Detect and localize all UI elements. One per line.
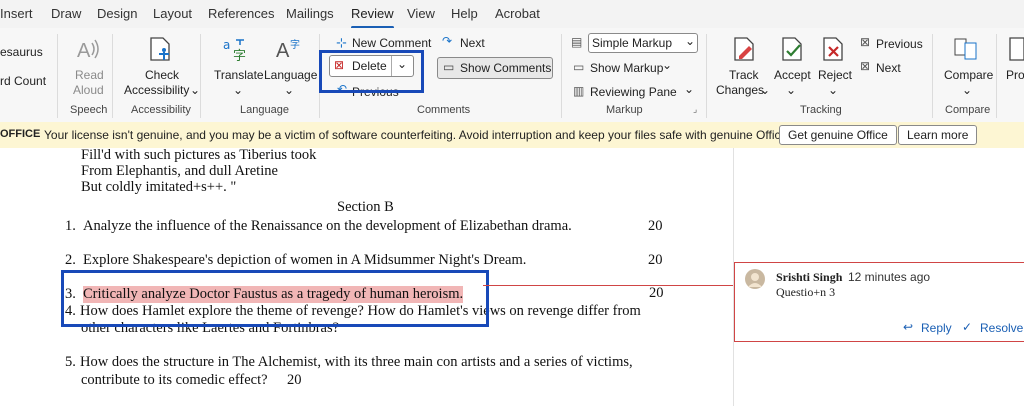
comment-timestamp: 12 minutes ago [848,270,931,284]
section-heading: Section B [337,199,394,215]
question-text: Explore Shakespeare's depiction of women… [83,252,527,268]
language-icon: A 字 [276,38,300,62]
accessibility-check-icon [150,37,170,61]
previous-change-icon: ⊠ [860,35,871,49]
poem-line: From Elephantis, and dull Aretine [81,163,278,179]
chevron-down-icon: ⌄ [284,83,295,97]
svg-text:A: A [77,40,91,62]
chevron-down-icon: ⌄ [685,34,696,48]
tab-help[interactable]: Help [451,6,478,21]
ribbon-tab-bar: Insert Draw Design Layout References Mai… [0,0,1024,29]
question-marks: 20 [648,218,663,234]
track-changes-icon [734,37,754,61]
markup-dialog-launcher-icon[interactable]: ⌟ [693,104,697,115]
compare-icon [954,38,977,60]
resolve-button[interactable]: Resolve [980,321,1023,335]
next-change-icon: ⊠ [860,59,871,73]
group-label-speech: Speech [70,104,108,116]
show-markup-icon: ▭ [573,60,585,74]
translate-icon: a 字 [223,38,246,62]
svg-text:a: a [223,38,230,52]
tab-draw[interactable]: Draw [51,6,81,21]
ribbon: esaurus rd Count A Read Aloud Speech Che… [0,28,1024,123]
chevron-down-icon: ⌄ [190,83,201,97]
chevron-down-icon: ⌄ [684,82,695,96]
tab-acrobat[interactable]: Acrobat [495,6,540,21]
reviewing-pane-icon: ▥ [573,84,585,98]
reject-icon [823,37,843,61]
svg-text:A: A [276,40,290,62]
tab-layout[interactable]: Layout [153,6,192,21]
group-label-markup: Markup [606,104,643,116]
comment-margin: Srishti Singh 12 minutes ago Questio+n 3… [733,148,1024,406]
poem-line: But coldly imitated+s++. " [81,179,237,195]
comment-author: Srishti Singh [776,270,843,284]
chevron-down-icon: ⌄ [962,83,973,97]
comment-connector-line [483,285,734,286]
question-marks: 20 [649,285,664,301]
reply-button[interactable]: Reply [921,321,952,335]
svg-text:字: 字 [233,49,246,62]
get-genuine-office-button[interactable]: Get genuine Office [779,125,897,145]
show-comments-icon: ▭ [443,60,455,74]
tab-references[interactable]: References [208,6,274,21]
learn-more-button[interactable]: Learn more [898,125,978,145]
group-label-language: Language [240,104,289,116]
chevron-down-icon: ⌄ [233,83,244,97]
group-label-tracking: Tracking [800,104,842,116]
delete-highlight-annotation [319,50,424,93]
read-aloud-icon: A [77,39,99,62]
question-number: 1. [65,218,76,234]
question-number: 5. [65,354,76,370]
question-text: contribute to its comedic effect? [81,372,268,388]
show-comments-button[interactable]: ▭ Show Comments [437,57,553,79]
tab-review[interactable]: Review [351,6,394,29]
reply-icon: ↩ [903,320,914,334]
license-warning-bar: OFFICE Your license isn't genuine, and y… [0,122,1024,149]
license-bar-message: Your license isn't genuine, and you may … [44,128,823,142]
question-text: How does the structure in The Alchemist,… [80,354,633,370]
question-text: Analyze the influence of the Renaissance… [83,218,572,234]
svg-text:字: 字 [290,38,300,51]
question-marks: 20 [648,252,663,268]
chevron-down-icon: ⌄ [786,83,797,97]
word-count-button[interactable]: rd Count [0,74,46,88]
chevron-down-icon: ⌄ [760,83,771,97]
question-marks: 20 [287,372,302,388]
chevron-down-icon: ⌄ [662,58,673,72]
group-label-compare: Compare [945,104,991,116]
accept-icon [782,37,802,61]
group-label-accessibility: Accessibility [131,104,191,116]
resolve-icon: ✓ [962,320,973,334]
group-label-comments: Comments [417,104,471,116]
comment-text[interactable]: Questio+n 3 [776,285,835,300]
license-bar-title: OFFICE [0,128,41,140]
comment-card[interactable]: Srishti Singh 12 minutes ago Questio+n 3… [734,262,1024,342]
thesaurus-button[interactable]: esaurus [0,45,43,59]
chevron-down-icon: ⌄ [828,83,839,97]
tab-mailings[interactable]: Mailings [286,6,334,21]
new-comment-icon: ⊹ [336,35,347,50]
poem-line: Fill'd with such pictures as Tiberius to… [81,147,317,163]
protect-icon [1009,37,1024,61]
tab-insert[interactable]: Insert [0,6,33,21]
question-number: 2. [65,252,76,268]
markup-icon: ▤ [571,35,583,49]
tab-design[interactable]: Design [97,6,137,21]
questions-highlight-annotation [61,270,489,327]
next-comment-icon: ↷ [442,34,453,48]
avatar [745,269,765,289]
tab-view[interactable]: View [407,6,435,21]
